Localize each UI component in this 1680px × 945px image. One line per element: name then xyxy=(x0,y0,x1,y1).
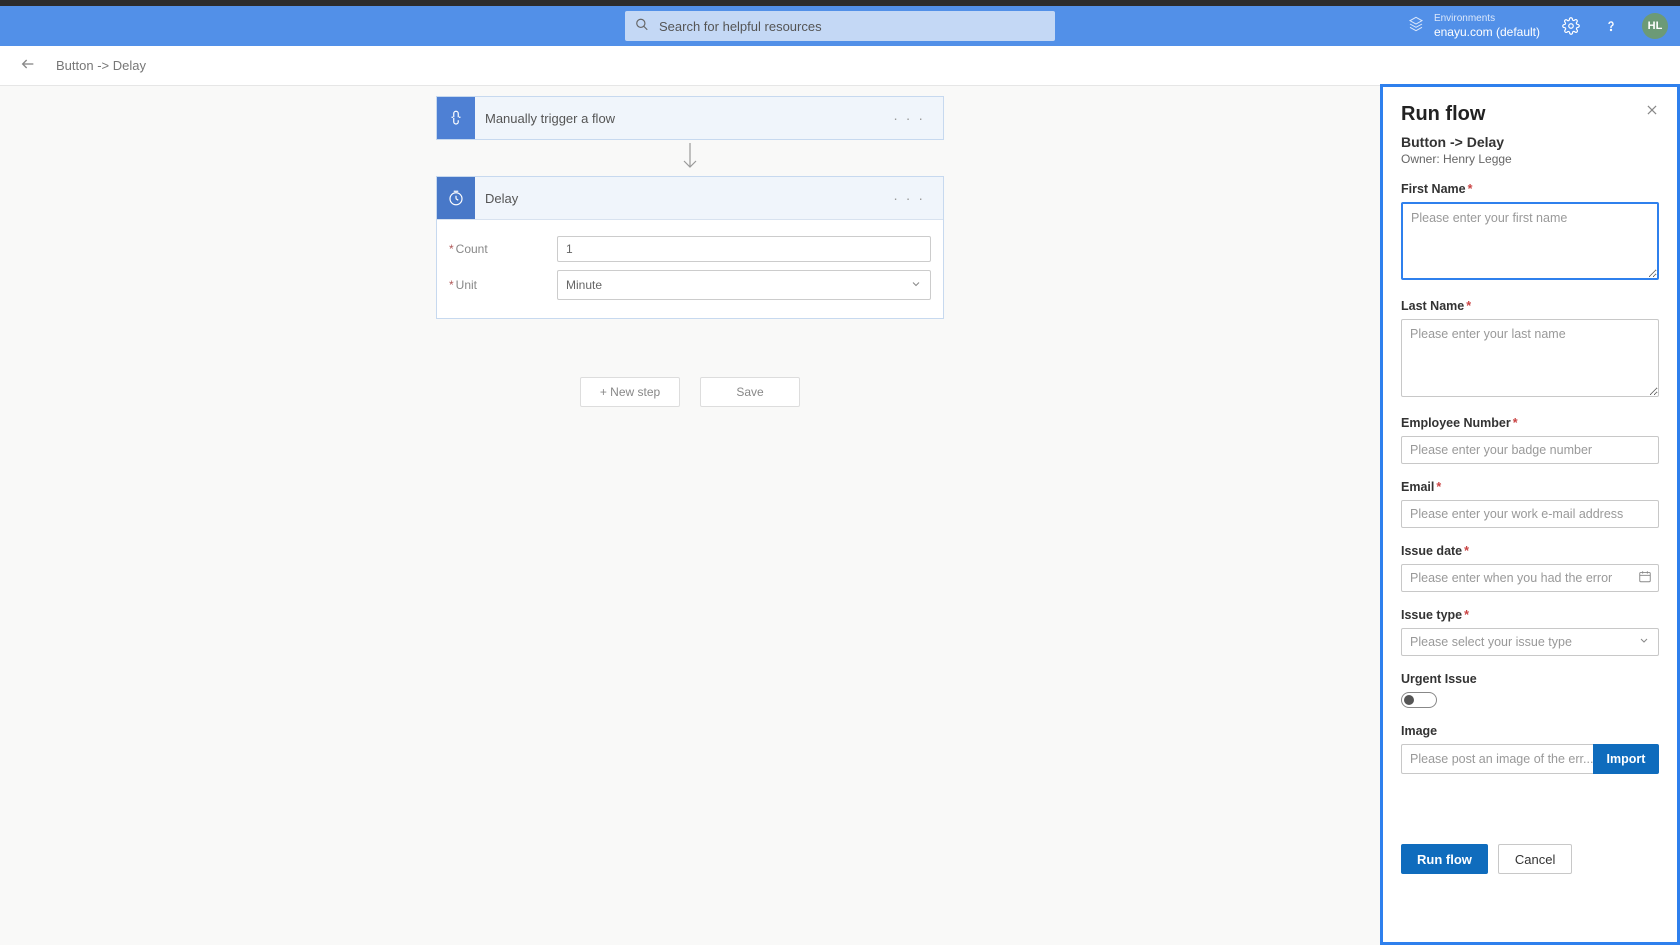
trigger-touch-icon xyxy=(437,97,475,139)
run-flow-panel: Run flow Button -> Delay Owner: Henry Le… xyxy=(1380,84,1680,945)
unit-label: *Unit xyxy=(449,278,557,292)
flow-canvas: Manually trigger a flow · · · Delay · · … xyxy=(0,86,1380,945)
environment-icon xyxy=(1408,16,1424,35)
trigger-card[interactable]: Manually trigger a flow · · · xyxy=(436,96,944,140)
delay-card[interactable]: Delay · · · *Count *Unit Minute xyxy=(436,176,944,319)
panel-flow-name: Button -> Delay xyxy=(1401,134,1659,150)
count-label: *Count xyxy=(449,242,557,256)
last-name-field[interactable] xyxy=(1401,319,1659,397)
first-name-group: First Name* xyxy=(1401,182,1659,283)
environment-label: Environments xyxy=(1434,13,1540,25)
chevron-down-icon xyxy=(1638,635,1650,650)
issue-date-field[interactable] xyxy=(1401,564,1659,592)
issue-date-group: Issue date* xyxy=(1401,544,1659,592)
panel-header: Run flow xyxy=(1401,103,1659,126)
first-name-label: First Name* xyxy=(1401,182,1659,196)
app-header: Environments enayu.com (default) HL xyxy=(0,6,1680,46)
save-button[interactable]: Save xyxy=(700,377,800,407)
search-icon xyxy=(635,18,649,35)
run-flow-button[interactable]: Run flow xyxy=(1401,844,1488,874)
issue-type-label: Issue type* xyxy=(1401,608,1659,622)
breadcrumb-bar: Button -> Delay xyxy=(0,46,1680,86)
employee-number-label: Employee Number* xyxy=(1401,416,1659,430)
import-button[interactable]: Import xyxy=(1593,744,1659,774)
urgent-toggle[interactable] xyxy=(1401,692,1437,708)
back-arrow-icon[interactable] xyxy=(20,56,36,75)
canvas-buttons: + New step Save xyxy=(580,377,800,407)
count-input[interactable] xyxy=(557,236,931,262)
email-field[interactable] xyxy=(1401,500,1659,528)
issue-type-select[interactable]: Please select your issue type xyxy=(1401,628,1659,656)
header-right: Environments enayu.com (default) HL xyxy=(1408,13,1668,39)
delay-card-body: *Count *Unit Minute xyxy=(437,219,943,318)
more-icon[interactable]: · · · xyxy=(875,190,943,206)
image-group: Image Please post an image of the err...… xyxy=(1401,724,1659,774)
email-group: Email* xyxy=(1401,480,1659,528)
breadcrumb: Button -> Delay xyxy=(56,58,146,73)
cancel-button[interactable]: Cancel xyxy=(1498,844,1572,874)
urgent-label: Urgent Issue xyxy=(1401,672,1659,686)
search-container xyxy=(625,11,1055,41)
main-area: Manually trigger a flow · · · Delay · · … xyxy=(0,86,1680,945)
issue-type-placeholder: Please select your issue type xyxy=(1410,635,1572,649)
issue-date-label: Issue date* xyxy=(1401,544,1659,558)
panel-title: Run flow xyxy=(1401,103,1485,126)
close-icon[interactable] xyxy=(1645,103,1659,121)
delay-card-header: Delay · · · xyxy=(437,177,943,219)
panel-footer: Run flow Cancel xyxy=(1401,844,1659,874)
last-name-group: Last Name* xyxy=(1401,299,1659,400)
avatar[interactable]: HL xyxy=(1642,13,1668,39)
delay-clock-icon xyxy=(437,177,475,219)
count-row: *Count xyxy=(449,236,931,262)
image-label: Image xyxy=(1401,724,1659,738)
delay-card-title: Delay xyxy=(475,191,875,206)
environment-picker[interactable]: Environments enayu.com (default) xyxy=(1408,13,1540,39)
chevron-down-icon xyxy=(910,278,922,293)
more-icon[interactable]: · · · xyxy=(875,110,943,126)
last-name-label: Last Name* xyxy=(1401,299,1659,313)
arrow-connector-icon xyxy=(680,140,700,176)
toggle-knob xyxy=(1404,695,1414,705)
issue-type-group: Issue type* Please select your issue typ… xyxy=(1401,608,1659,656)
environment-name: enayu.com (default) xyxy=(1434,25,1540,39)
environment-text: Environments enayu.com (default) xyxy=(1434,13,1540,39)
gear-icon[interactable] xyxy=(1562,17,1580,35)
email-label: Email* xyxy=(1401,480,1659,494)
new-step-button[interactable]: + New step xyxy=(580,377,680,407)
first-name-field[interactable] xyxy=(1401,202,1659,280)
search-input[interactable] xyxy=(625,11,1055,41)
employee-number-group: Employee Number* xyxy=(1401,416,1659,464)
trigger-card-header: Manually trigger a flow · · · xyxy=(437,97,943,139)
unit-select-value: Minute xyxy=(566,278,602,292)
unit-select[interactable]: Minute xyxy=(557,270,931,300)
trigger-card-title: Manually trigger a flow xyxy=(475,111,875,126)
urgent-group: Urgent Issue xyxy=(1401,672,1659,708)
image-field[interactable]: Please post an image of the err... xyxy=(1401,744,1593,774)
help-icon[interactable] xyxy=(1602,17,1620,35)
panel-owner: Owner: Henry Legge xyxy=(1401,152,1659,166)
unit-row: *Unit Minute xyxy=(449,270,931,300)
employee-number-field[interactable] xyxy=(1401,436,1659,464)
